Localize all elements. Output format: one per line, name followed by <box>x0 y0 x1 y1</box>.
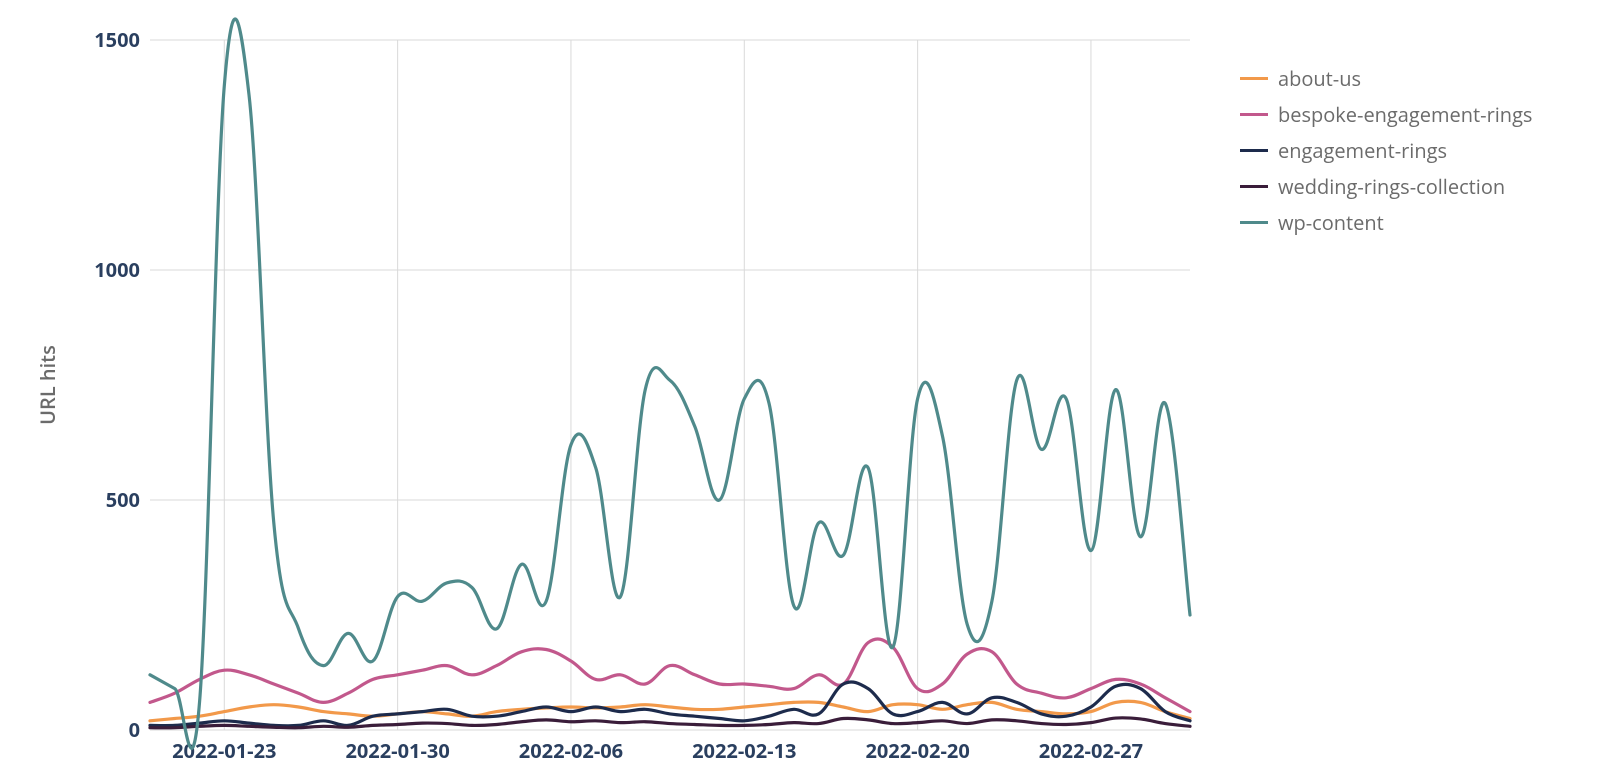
y-tick-label: 500 <box>106 486 140 513</box>
legend-swatch-icon <box>1240 113 1268 116</box>
legend-swatch-icon <box>1240 77 1268 80</box>
legend-label: wp-content <box>1278 209 1384 236</box>
legend-swatch-icon <box>1240 221 1268 224</box>
series-line[interactable] <box>150 682 1190 726</box>
legend-item[interactable]: wp-content <box>1240 204 1532 240</box>
x-tick-label: 2022-02-06 <box>519 737 623 764</box>
y-tick-label: 0 <box>129 716 140 743</box>
y-tick-label: 1000 <box>94 256 140 283</box>
legend-swatch-icon <box>1240 149 1268 152</box>
legend-swatch-icon <box>1240 185 1268 188</box>
series-line[interactable] <box>150 19 1190 748</box>
chart-container: URL hits0500100015002022-01-232022-01-30… <box>0 0 1600 770</box>
y-axis-label: URL hits <box>34 345 61 425</box>
legend-item[interactable]: about-us <box>1240 60 1532 96</box>
x-tick-label: 2022-02-27 <box>1039 737 1143 764</box>
x-tick-label: 2022-01-30 <box>345 737 449 764</box>
legend-item[interactable]: bespoke-engagement-rings <box>1240 96 1532 132</box>
legend-item[interactable]: wedding-rings-collection <box>1240 168 1532 204</box>
legend-label: wedding-rings-collection <box>1278 173 1505 200</box>
legend: about-us bespoke-engagement-rings engageme… <box>1240 60 1532 240</box>
legend-label: engagement-rings <box>1278 137 1447 164</box>
legend-label: about-us <box>1278 65 1361 92</box>
x-tick-label: 2022-02-20 <box>865 737 969 764</box>
x-tick-label: 2022-02-13 <box>692 737 796 764</box>
legend-label: bespoke-engagement-rings <box>1278 101 1532 128</box>
legend-item[interactable]: engagement-rings <box>1240 132 1532 168</box>
y-tick-label: 1500 <box>94 26 140 53</box>
